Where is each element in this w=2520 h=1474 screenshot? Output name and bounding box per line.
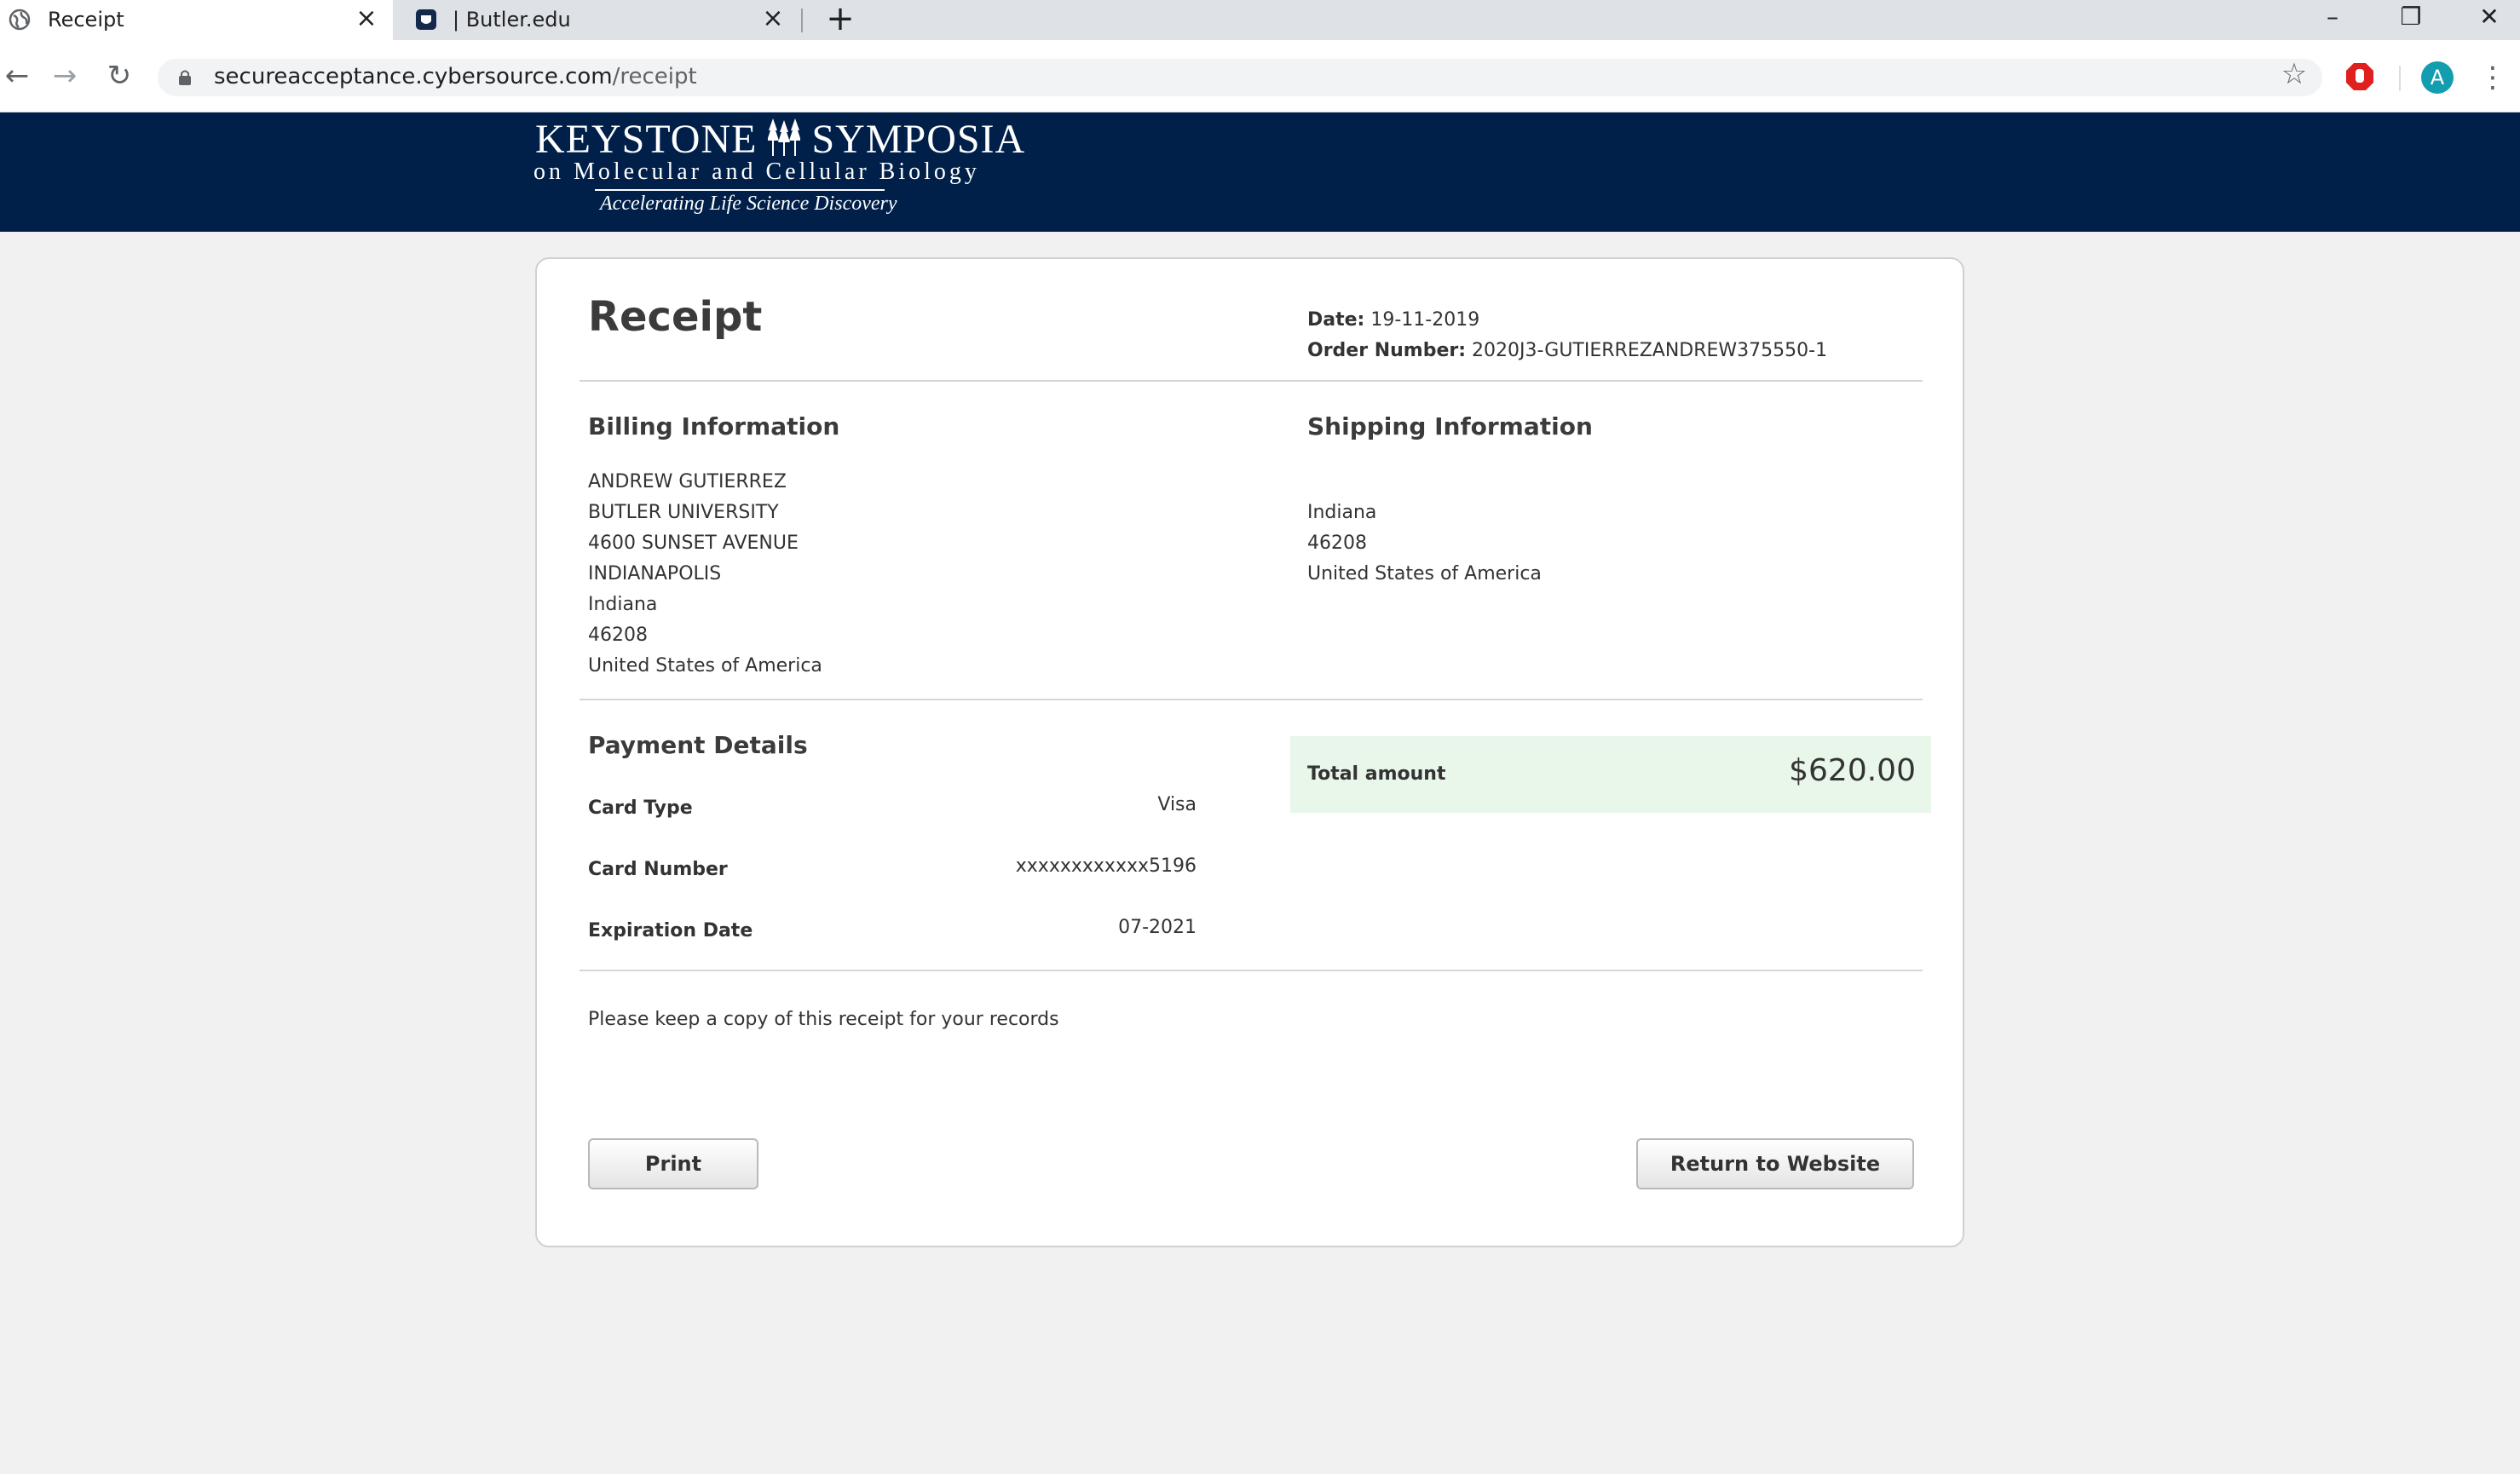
minimize-icon[interactable]: – bbox=[2294, 0, 2371, 34]
close-tab-icon[interactable]: × bbox=[759, 5, 787, 32]
forward-icon[interactable]: → bbox=[48, 59, 82, 93]
billing-line: 46208 bbox=[588, 625, 648, 646]
restore-icon[interactable]: ❐ bbox=[2373, 0, 2449, 34]
card-type-label: Card Type bbox=[588, 797, 693, 819]
url-text: secureacceptance.cybersource.com/receipt bbox=[214, 64, 697, 89]
shipping-line: Indiana bbox=[1307, 502, 1377, 523]
tab-bar: Receipt × | Butler.edu × + – ❐ ✕ bbox=[0, 0, 2520, 40]
back-icon[interactable]: ← bbox=[0, 59, 34, 93]
billing-line: Indiana bbox=[588, 594, 658, 615]
print-button[interactable]: Print bbox=[588, 1138, 758, 1189]
logo-tagline: Accelerating Life Science Discovery bbox=[600, 193, 897, 215]
more-menu-icon[interactable]: ⋮ bbox=[2478, 60, 2507, 95]
lock-icon bbox=[179, 70, 191, 85]
billing-line: 4600 SUNSET AVENUE bbox=[588, 533, 799, 554]
butler-bulldog-icon bbox=[416, 9, 436, 30]
records-note: Please keep a copy of this receipt for y… bbox=[588, 1009, 1059, 1030]
divider bbox=[580, 699, 1923, 700]
close-tab-icon[interactable]: × bbox=[353, 5, 380, 32]
shipping-line: United States of America bbox=[1307, 563, 1542, 584]
page-title: Receipt bbox=[588, 293, 763, 341]
tab-title: | Butler.edu bbox=[453, 8, 571, 32]
adblock-extension-icon[interactable] bbox=[2345, 62, 2374, 91]
billing-line: INDIANAPOLIS bbox=[588, 563, 722, 584]
payment-heading: Payment Details bbox=[588, 731, 808, 759]
new-tab-icon[interactable]: + bbox=[825, 2, 856, 36]
tab-title: Receipt bbox=[48, 8, 124, 32]
address-bar[interactable]: secureacceptance.cybersource.com/receipt bbox=[158, 59, 2322, 96]
total-value: $620.00 bbox=[1789, 753, 1916, 788]
logo-title: KEYSTONE SYMPOSIA bbox=[535, 116, 1025, 163]
expiration-label: Expiration Date bbox=[588, 920, 753, 941]
browser-toolbar: ← → ↻ secureacceptance.cybersource.com/r… bbox=[0, 40, 2520, 112]
tab-receipt[interactable]: Receipt × bbox=[0, 0, 393, 40]
logo-word-keystone: KEYSTONE bbox=[535, 117, 758, 162]
receipt-card: Receipt Date: 19-11-2019 Order Number: 2… bbox=[535, 257, 1964, 1247]
card-number-label: Card Number bbox=[588, 859, 728, 880]
card-number-value: xxxxxxxxxxxx5196 bbox=[1015, 855, 1197, 877]
keystone-symposia-logo[interactable]: KEYSTONE SYMPOSIA on Molecular and Cellu… bbox=[528, 112, 1024, 232]
date-row: Date: 19-11-2019 bbox=[1307, 305, 1827, 336]
card-type-value: Visa bbox=[1157, 794, 1197, 815]
expiration-value: 07-2021 bbox=[1118, 917, 1197, 938]
order-number-value: 2020J3-GUTIERREZANDREW375550-1 bbox=[1472, 340, 1828, 361]
order-number-label: Order Number: bbox=[1307, 340, 1467, 361]
url-path: /receipt bbox=[612, 64, 697, 89]
trees-icon bbox=[767, 118, 802, 156]
order-number-row: Order Number: 2020J3-GUTIERREZANDREW3755… bbox=[1307, 336, 1827, 366]
toolbar-divider bbox=[2399, 66, 2401, 91]
order-meta: Date: 19-11-2019 Order Number: 2020J3-GU… bbox=[1307, 305, 1827, 366]
reload-icon[interactable]: ↻ bbox=[102, 59, 136, 93]
profile-avatar[interactable]: A bbox=[2421, 61, 2454, 94]
total-amount-box: Total amount $620.00 bbox=[1290, 736, 1931, 813]
logo-rule bbox=[595, 189, 885, 191]
window-close-icon[interactable]: ✕ bbox=[2451, 0, 2520, 34]
billing-line: United States of America bbox=[588, 655, 822, 677]
billing-line: BUTLER UNIVERSITY bbox=[588, 502, 779, 523]
divider bbox=[580, 380, 1923, 382]
billing-line: ANDREW GUTIERREZ bbox=[588, 471, 787, 492]
logo-word-symposia: SYMPOSIA bbox=[811, 117, 1026, 162]
shipping-line: 46208 bbox=[1307, 533, 1367, 554]
divider bbox=[580, 970, 1923, 971]
billing-heading: Billing Information bbox=[588, 412, 840, 440]
total-label: Total amount bbox=[1307, 763, 1446, 785]
tab-separator bbox=[801, 9, 803, 32]
shipping-heading: Shipping Information bbox=[1307, 412, 1593, 440]
bookmark-star-icon[interactable]: ☆ bbox=[2277, 57, 2311, 91]
shipping-address: Indiana 46208 United States of America bbox=[1307, 498, 1542, 590]
date-value: 19-11-2019 bbox=[1370, 309, 1480, 331]
return-to-website-button[interactable]: Return to Website bbox=[1636, 1138, 1914, 1189]
globe-icon bbox=[9, 9, 31, 31]
billing-address: ANDREW GUTIERREZ BUTLER UNIVERSITY 4600 … bbox=[588, 467, 822, 682]
date-label: Date: bbox=[1307, 309, 1365, 331]
logo-subtitle: on Molecular and Cellular Biology bbox=[533, 158, 980, 185]
site-header: KEYSTONE SYMPOSIA on Molecular and Cellu… bbox=[0, 112, 2520, 232]
url-host: secureacceptance.cybersource.com bbox=[214, 64, 613, 89]
tab-butler[interactable]: | Butler.edu × bbox=[393, 0, 802, 40]
